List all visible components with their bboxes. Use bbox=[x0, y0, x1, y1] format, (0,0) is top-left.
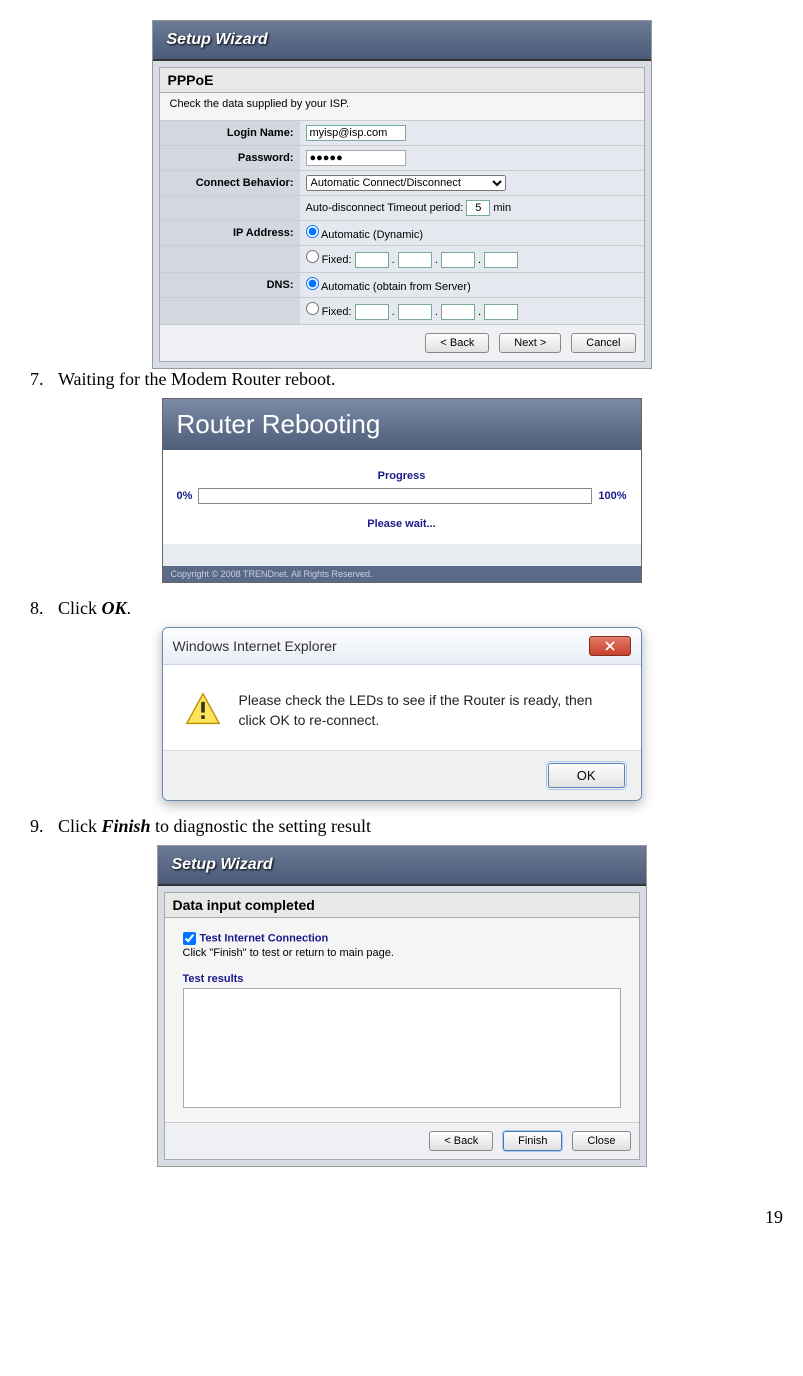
test-internet-checkbox[interactable] bbox=[183, 932, 196, 945]
ip-oct-4[interactable] bbox=[484, 252, 518, 268]
dns-oct-4[interactable] bbox=[484, 304, 518, 320]
step-9-text: 9.Click Finish to diagnostic the setting… bbox=[30, 816, 773, 837]
progress-label: Progress bbox=[177, 470, 627, 482]
pppoe-desc: Check the data supplied by your ISP. bbox=[160, 93, 644, 120]
ok-button[interactable]: OK bbox=[548, 763, 625, 788]
finish-button[interactable]: Finish bbox=[503, 1131, 562, 1151]
dns-auto-label: Automatic (obtain from Server) bbox=[321, 281, 471, 293]
ip-fixed-radio[interactable] bbox=[306, 250, 319, 263]
dns-oct-3[interactable] bbox=[441, 304, 475, 320]
dns-fixed-label: Fixed: bbox=[322, 306, 352, 318]
wizard-title: Setup Wizard bbox=[153, 21, 651, 61]
progress-bar bbox=[198, 488, 592, 504]
dns-auto-radio[interactable] bbox=[306, 277, 319, 290]
test-internet-label: Test Internet Connection bbox=[200, 933, 329, 945]
pppoe-section-title: PPPoE bbox=[160, 68, 644, 93]
cancel-button[interactable]: Cancel bbox=[571, 333, 635, 353]
dns-oct-2[interactable] bbox=[398, 304, 432, 320]
back-button[interactable]: < Back bbox=[425, 333, 489, 353]
timeout-unit: min bbox=[493, 202, 511, 214]
setup-wizard-pppoe-panel: Setup Wizard PPPoE Check the data suppli… bbox=[152, 20, 652, 369]
login-input[interactable] bbox=[306, 125, 406, 141]
copyright-footer: Copyright © 2008 TRENDnet. All Rights Re… bbox=[163, 566, 641, 582]
ie-dialog-message: Please check the LEDs to see if the Rout… bbox=[239, 691, 619, 730]
back-button-2[interactable]: < Back bbox=[429, 1131, 493, 1151]
test-results-box[interactable] bbox=[183, 988, 621, 1108]
ip-address-label: IP Address: bbox=[160, 221, 300, 246]
page-number: 19 bbox=[30, 1207, 783, 1228]
login-label: Login Name: bbox=[160, 121, 300, 146]
connect-behavior-select[interactable]: Automatic Connect/Disconnect bbox=[306, 175, 506, 191]
progress-0: 0% bbox=[177, 490, 193, 502]
timeout-label-pre: Auto-disconnect Timeout period: bbox=[306, 202, 464, 214]
ie-dialog-title: Windows Internet Explorer bbox=[173, 638, 337, 654]
password-input[interactable] bbox=[306, 150, 406, 166]
progress-100: 100% bbox=[598, 490, 626, 502]
connect-behavior-label: Connect Behavior: bbox=[160, 171, 300, 196]
next-button[interactable]: Next > bbox=[499, 333, 561, 353]
timeout-input[interactable] bbox=[466, 200, 490, 216]
close-icon bbox=[605, 641, 615, 651]
ip-auto-label: Automatic (Dynamic) bbox=[321, 229, 423, 241]
wizard-title-2: Setup Wizard bbox=[158, 846, 646, 886]
complete-section-title: Data input completed bbox=[165, 893, 639, 918]
ip-fixed-label: Fixed: bbox=[322, 254, 352, 266]
step-7-text: 7.Waiting for the Modem Router reboot. bbox=[30, 369, 773, 390]
please-wait-text: Please wait... bbox=[177, 518, 627, 530]
dns-label: DNS: bbox=[160, 273, 300, 298]
ip-oct-3[interactable] bbox=[441, 252, 475, 268]
ip-auto-radio[interactable] bbox=[306, 225, 319, 238]
ie-alert-dialog: Windows Internet Explorer Please check t… bbox=[162, 627, 642, 801]
complete-desc: Click "Finish" to test or return to main… bbox=[183, 947, 621, 959]
test-results-label: Test results bbox=[183, 973, 621, 985]
ip-oct-1[interactable] bbox=[355, 252, 389, 268]
password-label: Password: bbox=[160, 146, 300, 171]
setup-wizard-complete-panel: Setup Wizard Data input completed Test I… bbox=[157, 845, 647, 1167]
dns-fixed-radio[interactable] bbox=[306, 302, 319, 315]
router-rebooting-panel: Router Rebooting Progress 0% 100% Please… bbox=[162, 398, 642, 583]
step-8-text: 8.Click OK. bbox=[30, 598, 773, 619]
warning-icon bbox=[185, 691, 221, 727]
close-button[interactable] bbox=[589, 636, 631, 656]
dns-oct-1[interactable] bbox=[355, 304, 389, 320]
ip-oct-2[interactable] bbox=[398, 252, 432, 268]
close-button-2[interactable]: Close bbox=[572, 1131, 630, 1151]
reboot-title: Router Rebooting bbox=[163, 399, 641, 450]
